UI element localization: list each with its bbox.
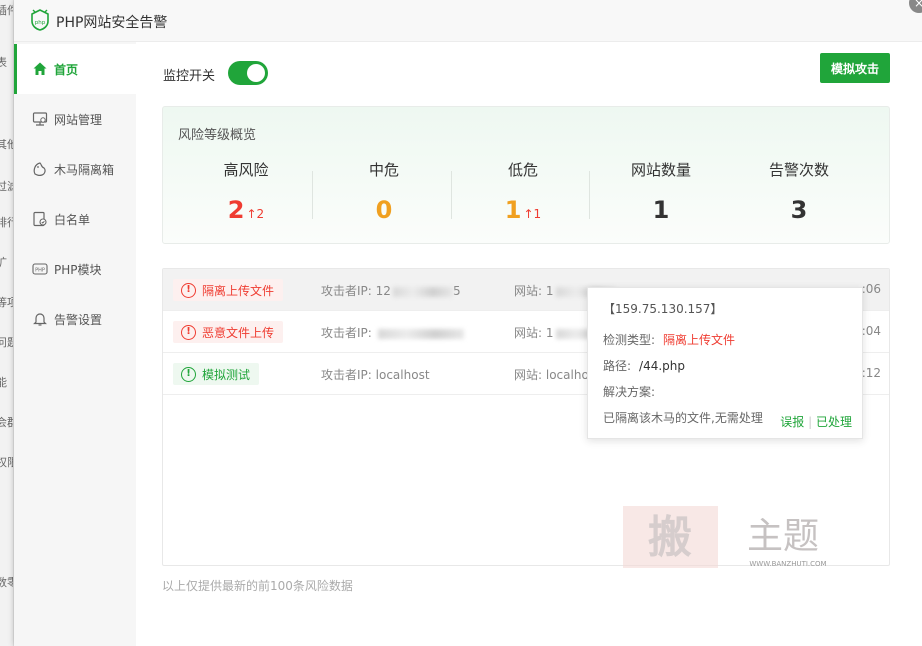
stat-value: 0 <box>375 196 393 224</box>
quarantine-icon <box>32 161 48 177</box>
sidebar: 首页 网站管理 木马隔离箱 白名单 PHP PHP模块 告警设置 <box>14 42 136 646</box>
svg-text:主题: 主题 <box>747 516 819 557</box>
bg-text: 其他 <box>0 136 13 152</box>
redacted-block <box>392 286 453 297</box>
attacker-ip: 攻击者IP: localhost <box>321 368 430 382</box>
alert-circle-icon: ! <box>181 366 196 382</box>
simulate-attack-button[interactable]: 模拟攻击 <box>820 53 890 83</box>
divider <box>451 171 452 219</box>
bg-text: 会群 <box>0 414 13 430</box>
sidebar-item-label: 告警设置 <box>54 312 103 327</box>
background-window: 插件 表 其他 过滤 排行 扩 等项 问题 能 会群 权限 数零 <box>0 0 14 646</box>
stat-label: 告警次数 <box>768 161 829 179</box>
svg-text:php: php <box>35 20 46 26</box>
svg-text:搬: 搬 <box>648 512 692 563</box>
monitor-toggle[interactable] <box>228 61 268 85</box>
alert-circle-icon: ! <box>181 282 196 298</box>
trend-up: ↑1 <box>523 207 542 221</box>
popover-solution-label: 解决方案: <box>603 385 656 399</box>
bg-text: 能 <box>0 374 7 390</box>
sidebar-item-home[interactable]: 首页 <box>14 44 136 94</box>
bg-text: 问题 <box>0 334 13 350</box>
stat-label: 低危 <box>507 161 538 179</box>
false-positive-link[interactable]: 误报 <box>780 415 804 429</box>
bg-text: 数零 <box>0 574 13 590</box>
bg-text: 权限 <box>0 454 13 470</box>
sidebar-item-site-manage[interactable]: 网站管理 <box>14 94 136 144</box>
stat-value: 3 <box>790 196 808 224</box>
bg-text: 表 <box>0 54 7 70</box>
php-module-icon: PHP <box>32 261 48 277</box>
attacker-ip: 攻击者IP: <box>321 324 464 341</box>
site-manage-icon <box>32 111 48 127</box>
dialog-titlebar: php PHP网站安全告警 × <box>14 0 922 42</box>
stat-value: 2 ↑2 <box>227 196 265 224</box>
separator: | <box>808 415 813 429</box>
risk-overview-panel: 风险等级概览 高风险 2↑2 中危 0 低危 1↑1 网站数量 1 告警次数 <box>162 106 890 244</box>
trend-up: ↑2 <box>246 207 265 221</box>
sidebar-item-label: PHP模块 <box>54 262 102 277</box>
attacker-ip: 攻击者IP: 12 5 <box>321 284 461 298</box>
popover-actions: 误报 | 已处理 <box>780 413 852 430</box>
bg-text: 扩 <box>0 254 7 270</box>
sidebar-item-label: 木马隔离箱 <box>54 162 115 177</box>
stat-low-risk: 低危 1 ↑1 <box>454 159 592 226</box>
footer-note: 以上仅提供最新的前100条风险数据 <box>162 579 353 593</box>
stat-high-risk: 高风险 2 ↑2 <box>177 159 315 226</box>
alert-time: :06 <box>861 282 881 296</box>
sidebar-item-label: 白名单 <box>54 212 91 227</box>
bg-text: 等项 <box>0 294 13 310</box>
close-icon[interactable]: × <box>909 0 922 13</box>
alert-type-badge: ! 隔离上传文件 <box>173 279 284 301</box>
overview-title: 风险等级概览 <box>178 128 257 143</box>
popover-ip: 【159.75.130.157】 <box>603 302 723 316</box>
bell-icon <box>32 311 48 327</box>
alert-type-badge: ! 恶意文件上传 <box>173 321 284 343</box>
sidebar-item-label: 首页 <box>54 62 79 77</box>
bg-text: 插件 <box>0 2 13 18</box>
svg-text:WWW.BANZHUTI.COM: WWW.BANZHUTI.COM <box>749 560 826 568</box>
svg-text:PHP: PHP <box>35 268 45 274</box>
divider <box>589 171 590 219</box>
dialog-title: PHP网站安全告警 <box>56 15 168 31</box>
home-icon <box>32 61 48 77</box>
toggle-knob <box>247 64 265 82</box>
whitelist-icon <box>32 211 48 227</box>
alert-time: :12 <box>861 366 881 380</box>
redacted-block <box>377 328 464 339</box>
alert-time: :04 <box>861 324 881 338</box>
stat-medium-risk: 中危 0 <box>315 159 453 226</box>
stat-label: 中危 <box>368 161 399 179</box>
sidebar-item-alert-settings[interactable]: 告警设置 <box>14 294 136 344</box>
stat-label: 高风险 <box>223 161 269 179</box>
popover-path: 路径:/44.php <box>603 359 686 373</box>
watermark-logo: 搬 主题 WWW.BANZHUTI.COM <box>623 506 827 568</box>
divider <box>312 171 313 219</box>
alert-detail-popover: 【159.75.130.157】 检测类型: 隔离上传文件 路径:/44.php … <box>587 287 863 439</box>
monitor-switch-label: 监控开关 <box>163 69 216 84</box>
sidebar-item-label: 网站管理 <box>54 112 103 127</box>
bg-text: 排行 <box>0 214 13 230</box>
sidebar-item-quarantine[interactable]: 木马隔离箱 <box>14 144 136 194</box>
popover-type: 检测类型: 隔离上传文件 <box>603 333 736 347</box>
stat-value: 1 ↑1 <box>504 196 542 224</box>
php-shield-logo-icon: php <box>31 9 49 31</box>
stat-alert-count: 告警次数 3 <box>730 159 868 226</box>
stat-value: 1 <box>652 196 670 224</box>
sidebar-item-whitelist[interactable]: 白名单 <box>14 194 136 244</box>
alert-type-badge: ! 模拟测试 <box>173 363 260 385</box>
stat-label: 网站数量 <box>630 161 691 179</box>
mark-handled-link[interactable]: 已处理 <box>816 415 852 429</box>
alert-circle-icon: ! <box>181 324 196 340</box>
bg-text: 过滤 <box>0 178 13 194</box>
sidebar-item-php-module[interactable]: PHP PHP模块 <box>14 244 136 294</box>
stat-site-count: 网站数量 1 <box>592 159 730 226</box>
